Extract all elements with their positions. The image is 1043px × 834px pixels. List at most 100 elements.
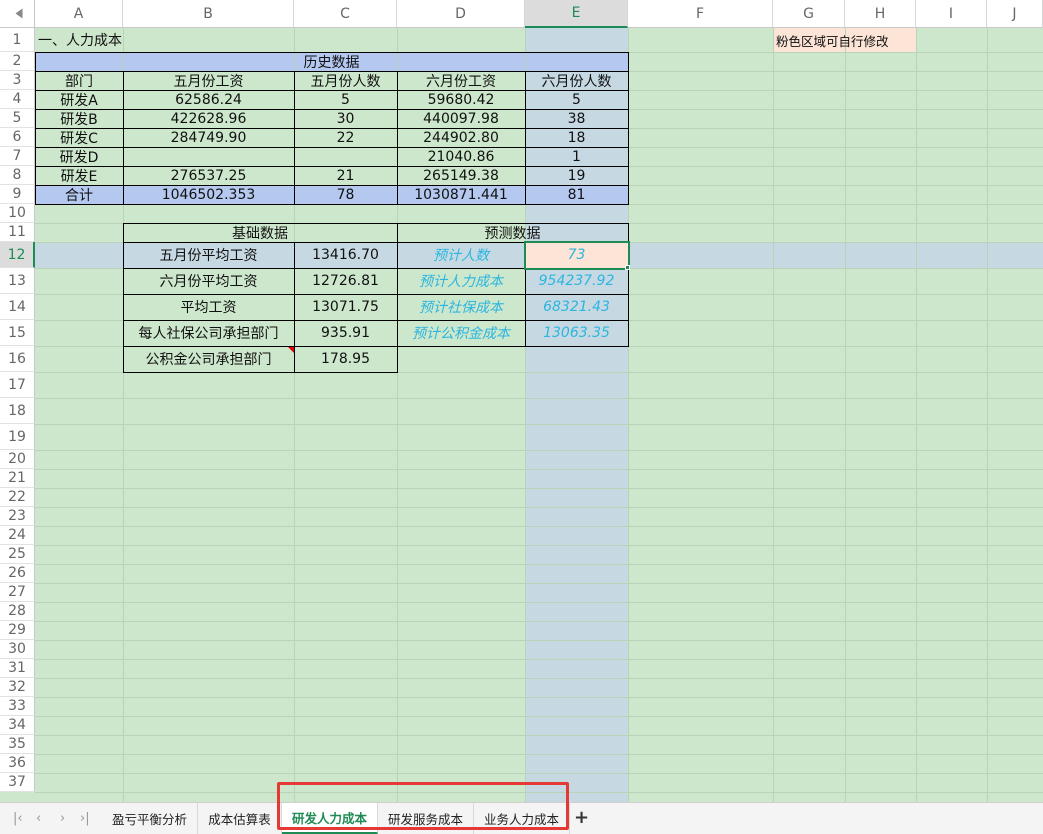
forecast-value[interactable]: 68321.43 — [525, 294, 628, 320]
row-header[interactable]: 25 — [0, 545, 35, 564]
basic-data-label[interactable]: 平均工资 — [123, 294, 294, 320]
row-header[interactable]: 17 — [0, 372, 35, 398]
row-header[interactable]: 11 — [0, 223, 35, 242]
history-value[interactable]: 5 — [525, 90, 628, 109]
row-header[interactable]: 21 — [0, 469, 35, 488]
history-value[interactable] — [294, 147, 397, 166]
history-value[interactable]: 440097.98 — [397, 109, 525, 128]
history-value[interactable]: 284749.90 — [123, 128, 294, 147]
add-sheet-icon[interactable]: + — [574, 807, 589, 828]
history-value[interactable]: 59680.42 — [397, 90, 525, 109]
basic-data-value[interactable]: 12726.81 — [294, 268, 397, 294]
row-header[interactable]: 35 — [0, 735, 35, 754]
row-header[interactable]: 3 — [0, 71, 35, 90]
row-header[interactable]: 33 — [0, 697, 35, 716]
column-header[interactable]: C — [294, 0, 397, 28]
row-header[interactable]: 32 — [0, 678, 35, 697]
note-cell[interactable]: 粉色区域可自行修改 — [773, 28, 916, 52]
row-header[interactable]: 14 — [0, 294, 35, 320]
row-header[interactable]: 27 — [0, 583, 35, 602]
row-header[interactable]: 15 — [0, 320, 35, 346]
last-sheet-icon[interactable]: ›| — [80, 811, 90, 826]
row-header[interactable]: 30 — [0, 640, 35, 659]
row-header[interactable]: 37 — [0, 773, 35, 792]
row-header[interactable]: 10 — [0, 204, 35, 223]
history-value[interactable]: 422628.96 — [123, 109, 294, 128]
history-value[interactable]: 21040.86 — [397, 147, 525, 166]
history-value[interactable]: 38 — [525, 109, 628, 128]
history-header[interactable]: 部门 — [35, 71, 123, 90]
row-header[interactable]: 4 — [0, 90, 35, 109]
department-label[interactable]: 研发C — [35, 128, 123, 147]
row-header[interactable]: 20 — [0, 450, 35, 469]
row-header[interactable]: 5 — [0, 109, 35, 128]
column-header[interactable]: D — [397, 0, 525, 28]
history-header[interactable]: 五月份人数 — [294, 71, 397, 90]
column-header[interactable]: J — [987, 0, 1043, 28]
row-header[interactable]: 1 — [0, 28, 35, 52]
row-header[interactable]: 24 — [0, 526, 35, 545]
department-label[interactable]: 研发E — [35, 166, 123, 185]
row-header[interactable]: 6 — [0, 128, 35, 147]
forecast-value[interactable]: 13063.35 — [525, 320, 628, 346]
sheet-tab[interactable]: 成本估算表 — [198, 803, 282, 834]
forecast-label[interactable]: 预计人力成本 — [397, 268, 525, 294]
basic-data-label[interactable]: 五月份平均工资 — [123, 242, 294, 268]
basic-data-title[interactable]: 基础数据 — [123, 223, 397, 242]
department-label[interactable]: 研发A — [35, 90, 123, 109]
spreadsheet[interactable]: A B C D E F G H I J 1 2 3 4 5 6 7 8 9 10 11 12 13 14 15 16 17 18 19 2… — [0, 0, 1043, 834]
row-header[interactable]: 26 — [0, 564, 35, 583]
basic-data-value[interactable]: 935.91 — [294, 320, 397, 346]
first-sheet-icon[interactable]: |‹ — [13, 811, 23, 826]
row-header[interactable]: 9 — [0, 185, 35, 204]
history-title[interactable]: 历史数据 — [35, 52, 628, 71]
history-header[interactable]: 六月份人数 — [525, 71, 628, 90]
column-header[interactable]: F — [628, 0, 773, 28]
fill-handle[interactable] — [625, 265, 630, 270]
prev-sheet-icon[interactable]: ‹ — [36, 811, 41, 826]
column-header[interactable]: G — [773, 0, 845, 28]
basic-data-value[interactable]: 13071.75 — [294, 294, 397, 320]
row-header[interactable]: 23 — [0, 507, 35, 526]
department-label[interactable]: 研发B — [35, 109, 123, 128]
row-header[interactable]: 12 — [0, 242, 35, 268]
column-header[interactable]: I — [916, 0, 987, 28]
forecast-label[interactable]: 预计人数 — [397, 242, 525, 268]
next-sheet-icon[interactable]: › — [60, 811, 65, 826]
column-header[interactable]: A — [35, 0, 123, 28]
history-value[interactable]: 244902.80 — [397, 128, 525, 147]
history-value[interactable]: 5 — [294, 90, 397, 109]
department-label[interactable]: 研发D — [35, 147, 123, 166]
history-value[interactable]: 81 — [525, 185, 628, 204]
row-header[interactable]: 28 — [0, 602, 35, 621]
history-value[interactable]: 276537.25 — [123, 166, 294, 185]
forecast-value[interactable]: 954237.92 — [525, 268, 628, 294]
column-header[interactable]: H — [845, 0, 916, 28]
history-value[interactable] — [123, 147, 294, 166]
history-value[interactable]: 30 — [294, 109, 397, 128]
row-header[interactable]: 36 — [0, 754, 35, 773]
row-header[interactable]: 16 — [0, 346, 35, 372]
history-value[interactable]: 1 — [525, 147, 628, 166]
basic-data-label[interactable]: 六月份平均工资 — [123, 268, 294, 294]
column-header[interactable]: E — [525, 0, 628, 28]
basic-data-label[interactable]: 每人社保公司承担部门 — [123, 320, 294, 346]
section-title[interactable]: 一、人力成本 — [35, 28, 235, 52]
forecast-label[interactable]: 预计社保成本 — [397, 294, 525, 320]
history-value[interactable]: 265149.38 — [397, 166, 525, 185]
history-header[interactable]: 五月份工资 — [123, 71, 294, 90]
row-header[interactable]: 8 — [0, 166, 35, 185]
row-header[interactable]: 29 — [0, 621, 35, 640]
history-value[interactable]: 18 — [525, 128, 628, 147]
history-value[interactable]: 62586.24 — [123, 90, 294, 109]
row-header[interactable]: 18 — [0, 398, 35, 424]
sheet-tab[interactable]: 盈亏平衡分析 — [102, 803, 198, 834]
row-header[interactable]: 34 — [0, 716, 35, 735]
row-header[interactable]: 22 — [0, 488, 35, 507]
forecast-title[interactable]: 预测数据 — [397, 223, 628, 242]
row-header[interactable]: 31 — [0, 659, 35, 678]
history-value[interactable]: 1030871.441 — [397, 185, 525, 204]
history-value[interactable]: 19 — [525, 166, 628, 185]
column-header[interactable]: B — [123, 0, 294, 28]
history-value[interactable]: 1046502.353 — [123, 185, 294, 204]
